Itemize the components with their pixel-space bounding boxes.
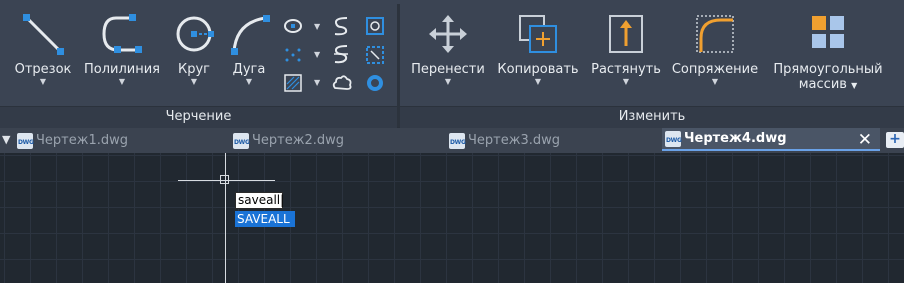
rectangular-array-icon — [812, 16, 844, 48]
chevron-down-icon[interactable]: ▼ — [410, 77, 486, 87]
dwg-icon-text: DWG — [18, 138, 34, 146]
chevron-down-icon[interactable]: ▼ — [12, 77, 74, 87]
close-icon[interactable]: ✕ — [858, 131, 872, 149]
arc-icon — [231, 15, 270, 55]
dwg-icon-text: DWG — [450, 138, 466, 146]
file-tab-label: Чертеж4.dwg — [684, 131, 787, 146]
chevron-down-icon[interactable]: ▼ — [314, 50, 320, 59]
file-tab-label: Чертеж3.dwg — [468, 133, 560, 148]
draw-panel-title[interactable]: Черчение — [0, 106, 397, 128]
rectangular-array-tool-label-line2: массив — [798, 77, 847, 92]
polyline-icon — [102, 14, 142, 53]
ribbon: Отрезок ▼ Полилиния ▼ Круг ▼ Дуга ▼ ▼ ▼ … — [0, 0, 904, 128]
dwg-file-icon: DWG — [665, 130, 682, 147]
cursor-pickbox — [220, 175, 229, 184]
donut-icon[interactable] — [365, 73, 385, 93]
line-tool-button[interactable]: Отрезок ▼ — [12, 12, 74, 87]
circle-icon — [176, 16, 214, 52]
arc-tool-label: Дуга — [232, 62, 266, 77]
move-icon — [429, 15, 467, 53]
draw-panel: Отрезок ▼ Полилиния ▼ Круг ▼ Дуга ▼ ▼ ▼ … — [0, 0, 397, 128]
arc-tool-button[interactable]: Дуга ▼ — [226, 12, 272, 87]
polyline-tool-label: Полилиния — [83, 62, 160, 77]
file-tab-label: Чертеж2.dwg — [252, 133, 344, 148]
chevron-down-icon[interactable]: ▼ — [314, 22, 320, 31]
file-tab[interactable]: DWG Чертеж3.dwg — [449, 128, 661, 153]
file-tab-bar: ▼ DWG Чертеж1.dwg DWG Чертеж2.dwg DWG Че… — [0, 128, 904, 153]
command-input-text: saveall — [238, 193, 281, 207]
text-caret: | — [280, 193, 285, 207]
tab-list-dropdown-icon[interactable]: ▼ — [2, 133, 10, 146]
dwg-icon-text: DWG — [666, 136, 682, 144]
fillet-icon — [696, 15, 734, 53]
dwg-icon-text: DWG — [234, 138, 250, 146]
spline-icon[interactable] — [331, 15, 351, 37]
copy-tool-label: Копировать — [497, 62, 579, 77]
dwg-file-icon: DWG — [17, 132, 34, 149]
dynamic-command-input[interactable]: saveall| — [235, 192, 285, 209]
copy-tool-button[interactable]: Копировать ▼ — [496, 12, 580, 87]
modify-panel-title[interactable]: Изменить — [400, 106, 904, 128]
chevron-down-icon[interactable]: ▼ — [226, 77, 272, 87]
circle-tool-label: Круг — [177, 62, 210, 77]
fillet-tool-label: Сопряжение — [671, 62, 759, 77]
rectangular-array-tool-label: Прямоугольный — [773, 62, 883, 77]
copy-icon — [519, 15, 557, 53]
new-tab-button[interactable]: + — [886, 132, 904, 148]
dwg-file-icon: DWG — [449, 132, 466, 149]
file-tab[interactable]: DWG Чертеж1.dwg — [17, 128, 229, 153]
chevron-down-icon[interactable]: ▼ — [496, 77, 580, 87]
line-tool-label: Отрезок — [14, 62, 72, 77]
command-suggestion[interactable]: SAVEALL — [235, 211, 295, 227]
chevron-down-icon[interactable]: ▼ — [82, 77, 162, 87]
wipeout-icon[interactable] — [365, 45, 385, 65]
modify-panel: Перенести ▼ Копировать ▼ Растянуть ▼ Соп… — [400, 0, 904, 128]
move-tool-button[interactable]: Перенести ▼ — [410, 12, 486, 87]
chevron-down-icon[interactable]: ▼ — [170, 77, 218, 87]
drawing-canvas[interactable]: saveall| SAVEALL — [0, 153, 904, 283]
chevron-down-icon[interactable]: ▼ — [590, 77, 662, 87]
line-icon — [23, 14, 64, 55]
chevron-down-icon[interactable]: ▼ — [668, 77, 762, 87]
file-tab-label: Чертеж1.dwg — [36, 133, 128, 148]
ellipse-icon[interactable] — [283, 16, 303, 36]
crosshair-vertical — [225, 153, 226, 283]
point-icon[interactable] — [283, 45, 303, 65]
stretch-icon — [609, 15, 643, 53]
polyline-tool-button[interactable]: Полилиния ▼ — [82, 12, 162, 87]
file-tab-active[interactable]: DWG Чертеж4.dwg ✕ — [662, 128, 880, 151]
rectangular-array-tool-button[interactable]: Прямоугольный массив ▼ — [768, 12, 888, 93]
multiline-text-icon[interactable] — [331, 43, 351, 65]
stretch-tool-button[interactable]: Растянуть ▼ — [590, 12, 662, 87]
chevron-down-icon[interactable]: ▼ — [851, 81, 857, 90]
revision-cloud-icon[interactable] — [331, 73, 353, 93]
region-icon[interactable] — [365, 16, 385, 36]
dwg-file-icon: DWG — [233, 132, 250, 149]
stretch-tool-label: Растянуть — [591, 62, 661, 77]
rectangular-array-tool-label-2: массив ▼ — [768, 77, 888, 93]
circle-tool-button[interactable]: Круг ▼ — [170, 12, 218, 87]
fillet-tool-button[interactable]: Сопряжение ▼ — [668, 12, 762, 87]
file-tab[interactable]: DWG Чертеж2.dwg — [233, 128, 445, 153]
chevron-down-icon[interactable]: ▼ — [314, 78, 320, 87]
hatch-icon[interactable] — [283, 73, 303, 93]
move-tool-label: Перенести — [411, 62, 485, 77]
